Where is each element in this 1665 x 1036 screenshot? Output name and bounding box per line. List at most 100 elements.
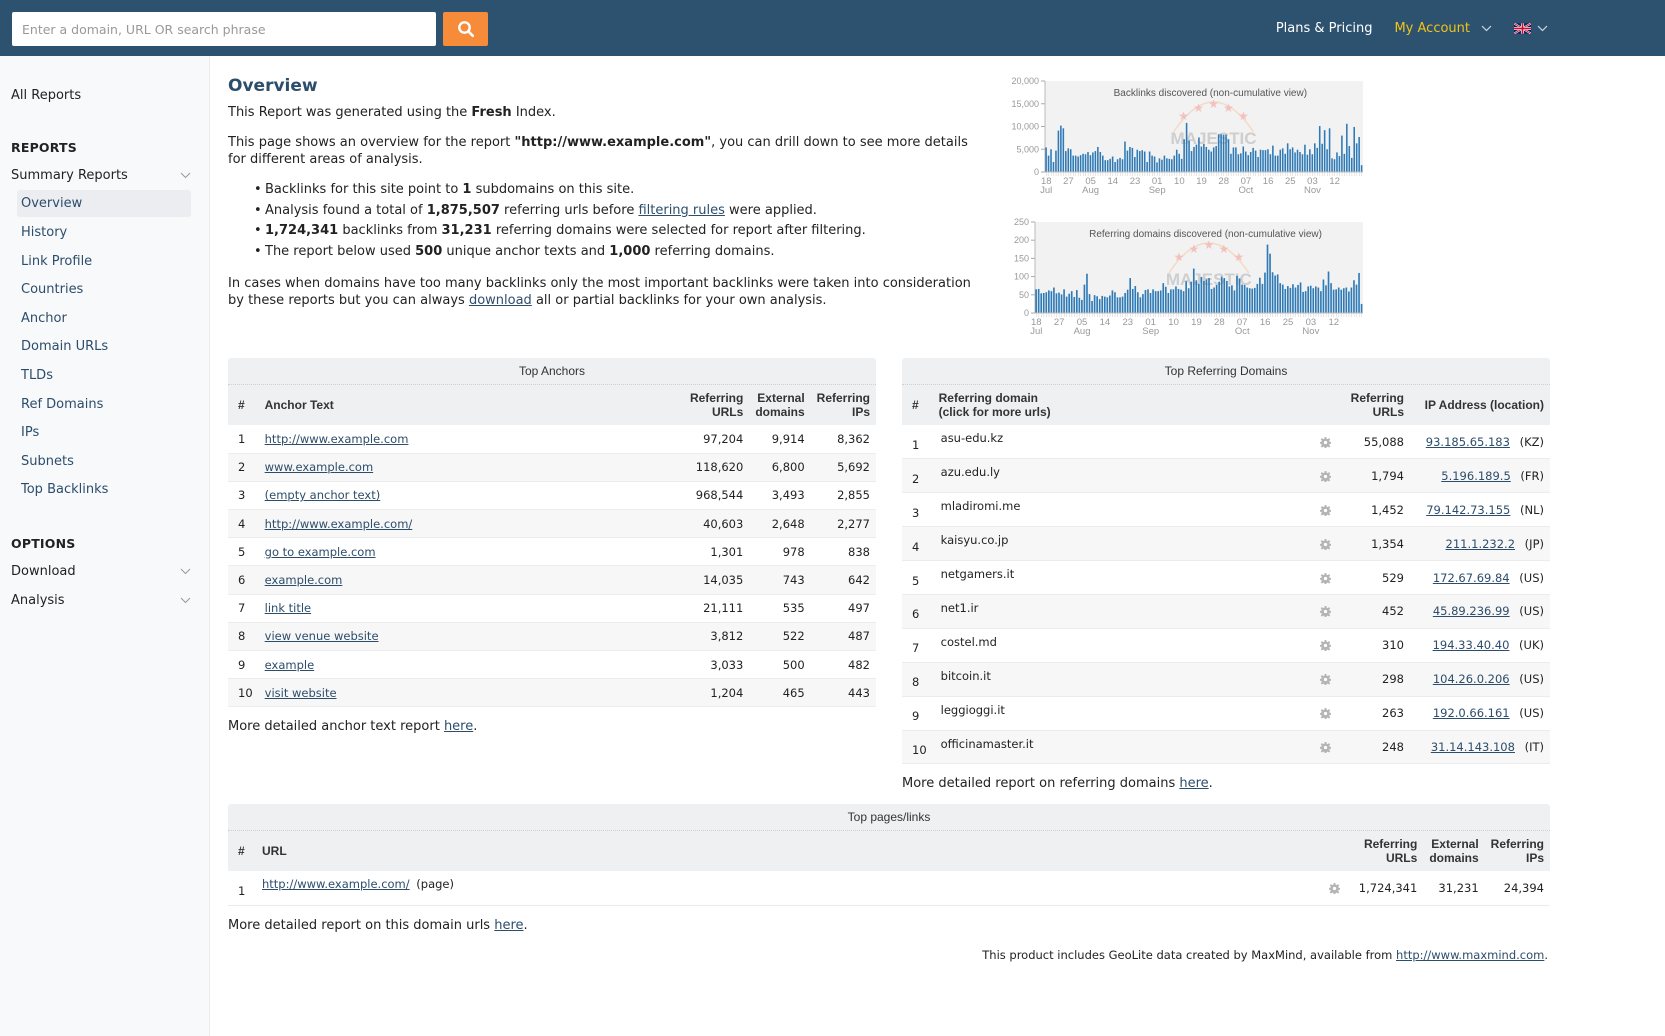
domains-here-link[interactable]: here [1179, 776, 1208, 791]
download-link[interactable]: download [469, 293, 532, 308]
pages-here-link[interactable]: here [494, 918, 523, 933]
anchor-text-link[interactable]: (empty anchor text) [265, 488, 381, 502]
my-account-menu[interactable]: My Account [1394, 21, 1492, 36]
external-domains: 500 [749, 650, 811, 680]
column-header[interactable]: IP Address (location) [1410, 385, 1550, 425]
referring-domain[interactable]: leggioggi.it [932, 696, 1314, 731]
referring-domain[interactable]: officinamaster.it [932, 730, 1314, 765]
bar [1101, 155, 1104, 172]
sidebar-all-reports[interactable]: All Reports [11, 88, 81, 103]
bar [1223, 278, 1226, 313]
anchor-text-link[interactable]: link title [265, 601, 311, 615]
ip-address-link[interactable]: 45.89.236.99 [1433, 604, 1510, 618]
plans-pricing-link[interactable]: Plans & Pricing [1276, 21, 1373, 36]
ip-address-link[interactable]: 5.196.189.5 [1441, 469, 1511, 483]
anchor-text-link[interactable]: go to example.com [265, 545, 376, 559]
ip-address-link[interactable]: 172.67.69.84 [1433, 571, 1510, 585]
sidebar-group-analysis[interactable]: Analysis [11, 593, 191, 608]
anchor-text-link[interactable]: www.example.com [265, 460, 374, 474]
sidebar-item-tlds[interactable]: TLDs [17, 362, 191, 389]
sidebar-item-subnets[interactable]: Subnets [17, 448, 191, 475]
gear-icon[interactable] [1328, 882, 1340, 894]
ip-address-link[interactable]: 211.1.232.2 [1446, 537, 1516, 551]
my-account-label: My Account [1394, 20, 1470, 36]
sidebar-item-anchor[interactable]: Anchor [17, 305, 191, 332]
sidebar-group-summary-reports[interactable]: Summary Reports [11, 168, 191, 183]
watermark-star: ★ [1223, 101, 1234, 115]
column-header[interactable]: URL [256, 831, 1323, 871]
gear-icon[interactable] [1320, 708, 1331, 720]
referring-domain[interactable]: netgamers.it [932, 560, 1314, 595]
ip-address-link[interactable]: 194.33.40.40 [1433, 638, 1510, 652]
bar [1200, 276, 1203, 313]
column-header[interactable]: Referring URLs [1352, 831, 1424, 871]
column-header[interactable]: External domains [1423, 831, 1485, 871]
referring-domain[interactable]: bitcoin.it [932, 662, 1314, 697]
gear-icon[interactable] [1320, 436, 1331, 448]
gear-icon[interactable] [1320, 538, 1331, 550]
page-url-link[interactable]: http://www.example.com/ [262, 877, 410, 891]
sidebar-group-download[interactable]: Download [11, 564, 191, 579]
gear-icon[interactable] [1320, 470, 1331, 482]
sidebar-item-history[interactable]: History [17, 219, 191, 246]
anchor-text-link[interactable]: http://www.example.com [265, 432, 409, 446]
bar [1126, 289, 1129, 313]
ip-location: (IT) [1520, 739, 1544, 754]
anchors-here-link[interactable]: here [444, 719, 473, 734]
column-header[interactable]: External domains [749, 385, 811, 425]
referring-domain[interactable]: net1.ir [932, 594, 1314, 629]
maxmind-link[interactable]: http://www.maxmind.com [1396, 948, 1544, 962]
gear-icon[interactable] [1320, 606, 1331, 618]
sidebar-item-ref-domains[interactable]: Ref Domains [17, 391, 191, 418]
column-header[interactable]: Anchor Text [258, 385, 684, 425]
ip-address-link[interactable]: 104.26.0.206 [1433, 672, 1510, 686]
bar [1068, 293, 1070, 313]
report-description: This page shows an overview for the repo… [228, 134, 973, 168]
anchor-text-link[interactable]: example.com [265, 573, 343, 587]
referring-domain[interactable]: asu-edu.kz [932, 425, 1314, 460]
bar [1259, 277, 1261, 313]
referring-domains-chart[interactable]: 0 50 100 150 200 250 ★ ★ ★ ★ ★ MAJESTIC Referring do… [995, 213, 1375, 345]
bar [1164, 286, 1167, 313]
anchor-text-link[interactable]: http://www.example.com/ [265, 517, 413, 531]
referring-domain[interactable]: mladiromi.me [932, 492, 1314, 528]
search-input[interactable] [12, 12, 436, 46]
gear-icon[interactable] [1320, 674, 1331, 686]
referring-domain[interactable]: azu.edu.ly [932, 458, 1314, 494]
bar [1287, 286, 1289, 313]
row-index: 1 [228, 425, 259, 454]
sidebar-item-domain-urls[interactable]: Domain URLs [17, 333, 191, 360]
sidebar-item-ips[interactable]: IPs [17, 419, 191, 446]
bar [1175, 149, 1178, 172]
x-tick-label: 16 [1260, 317, 1271, 328]
column-header[interactable]: Referring IPs [810, 385, 876, 425]
ip-address-link[interactable]: 31.14.143.108 [1431, 740, 1515, 754]
column-header[interactable]: Referring domain (click for more urls) [932, 385, 1314, 425]
anchor-text-link[interactable]: example [265, 658, 315, 672]
y-tick-label: 10,000 [1011, 122, 1039, 132]
column-header[interactable]: Referring URLs [683, 385, 750, 425]
gear-icon[interactable] [1320, 640, 1331, 652]
language-selector[interactable] [1514, 22, 1548, 34]
bar [1134, 156, 1136, 172]
sidebar-item-top-backlinks[interactable]: Top Backlinks [17, 476, 191, 503]
column-header[interactable]: Referring URLs [1344, 385, 1410, 425]
bar [1069, 149, 1072, 172]
referring-domain[interactable]: costel.md [932, 628, 1314, 663]
gear-icon[interactable] [1320, 741, 1331, 753]
sidebar-item-link-profile[interactable]: Link Profile [17, 248, 191, 275]
column-header[interactable]: Referring IPs [1484, 831, 1550, 871]
backlinks-chart[interactable]: 0 5,000 10,000 15,000 20,000 ★ ★ ★ ★ ★ MAJESTIC Bac… [995, 72, 1375, 204]
anchor-text-link[interactable]: visit website [265, 686, 337, 700]
gear-icon[interactable] [1320, 572, 1331, 584]
ip-address-link[interactable]: 93.185.65.183 [1426, 435, 1510, 449]
ip-address-link[interactable]: 192.0.66.161 [1433, 706, 1510, 720]
anchor-text-link[interactable]: view venue website [265, 629, 379, 643]
sidebar-item-overview[interactable]: Overview [17, 190, 191, 217]
gear-icon[interactable] [1320, 504, 1331, 516]
filtering-rules-link[interactable]: filtering rules [638, 203, 724, 218]
referring-domain[interactable]: kaisyu.co.jp [932, 526, 1314, 562]
ip-address-link[interactable]: 79.142.73.155 [1426, 503, 1510, 517]
sidebar-item-countries[interactable]: Countries [17, 276, 191, 303]
search-button[interactable] [443, 12, 488, 46]
